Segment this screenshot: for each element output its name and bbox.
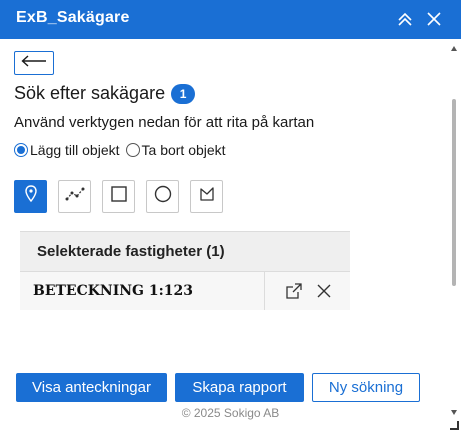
radio-add-label: Lägg till objekt <box>30 142 120 158</box>
create-report-button[interactable]: Skapa rapport <box>175 373 304 402</box>
circle-tool-button[interactable] <box>146 180 179 213</box>
point-tool-button[interactable] <box>14 180 47 213</box>
title-row: Sök efter sakägare 1 <box>14 83 196 104</box>
count-badge: 1 <box>171 83 196 104</box>
radio-unchecked-icon[interactable] <box>125 143 140 157</box>
freehand-polygon-icon <box>199 186 215 207</box>
freehand-tool-button[interactable] <box>190 180 223 213</box>
back-button[interactable] <box>14 51 54 75</box>
radio-add-object[interactable]: Lägg till objekt <box>14 142 120 158</box>
scroll-up-icon[interactable] <box>451 46 457 51</box>
rectangle-icon <box>110 186 127 207</box>
map-pin-icon <box>24 185 37 208</box>
polyline-tool-button[interactable] <box>58 180 91 213</box>
header-title: ExB_Sakägare <box>16 9 130 26</box>
scrollbar[interactable] <box>450 44 458 424</box>
widget-panel: ExB_Sakägare Sök efter sakägare 1 Använd… <box>0 0 461 432</box>
rectangle-tool-button[interactable] <box>102 180 135 213</box>
instruction-text: Använd verktygen nedan för att rita på k… <box>14 114 315 131</box>
table-header: Selekterade fastigheter (1) <box>20 231 350 272</box>
radio-remove-object[interactable]: Ta bort objekt <box>125 142 226 158</box>
double-chevron-up-icon[interactable] <box>394 8 416 30</box>
draw-toolbar <box>14 180 234 213</box>
footer-buttons: Visa anteckningar Skapa rapport Ny sökni… <box>16 373 428 402</box>
close-icon[interactable] <box>423 8 445 30</box>
arrow-left-icon <box>21 54 47 72</box>
resize-handle[interactable] <box>450 421 459 430</box>
radio-checked-icon[interactable] <box>14 143 28 157</box>
table-row: BETECKNING 1:123 <box>20 272 350 310</box>
circle-icon <box>154 185 172 208</box>
open-external-icon[interactable] <box>284 281 304 301</box>
selected-properties-table: Selekterade fastigheter (1) BETECKNING 1… <box>20 231 350 310</box>
row-actions <box>264 272 350 310</box>
page-title: Sök efter sakägare <box>14 83 166 103</box>
new-search-button[interactable]: Ny sökning <box>312 373 420 402</box>
property-designation: BETECKNING 1:123 <box>33 283 194 299</box>
scroll-down-icon[interactable] <box>451 410 457 415</box>
remove-row-icon[interactable] <box>314 281 334 301</box>
polyline-icon <box>65 187 85 206</box>
copyright-text: © 2025 Sokigo AB <box>181 406 280 420</box>
header-bar: ExB_Sakägare <box>0 0 461 39</box>
mode-radio-group: Lägg till objekt Ta bort objekt <box>14 142 232 158</box>
radio-remove-label: Ta bort objekt <box>141 142 226 158</box>
scroll-thumb[interactable] <box>452 99 456 286</box>
show-notes-button[interactable]: Visa anteckningar <box>16 373 167 402</box>
